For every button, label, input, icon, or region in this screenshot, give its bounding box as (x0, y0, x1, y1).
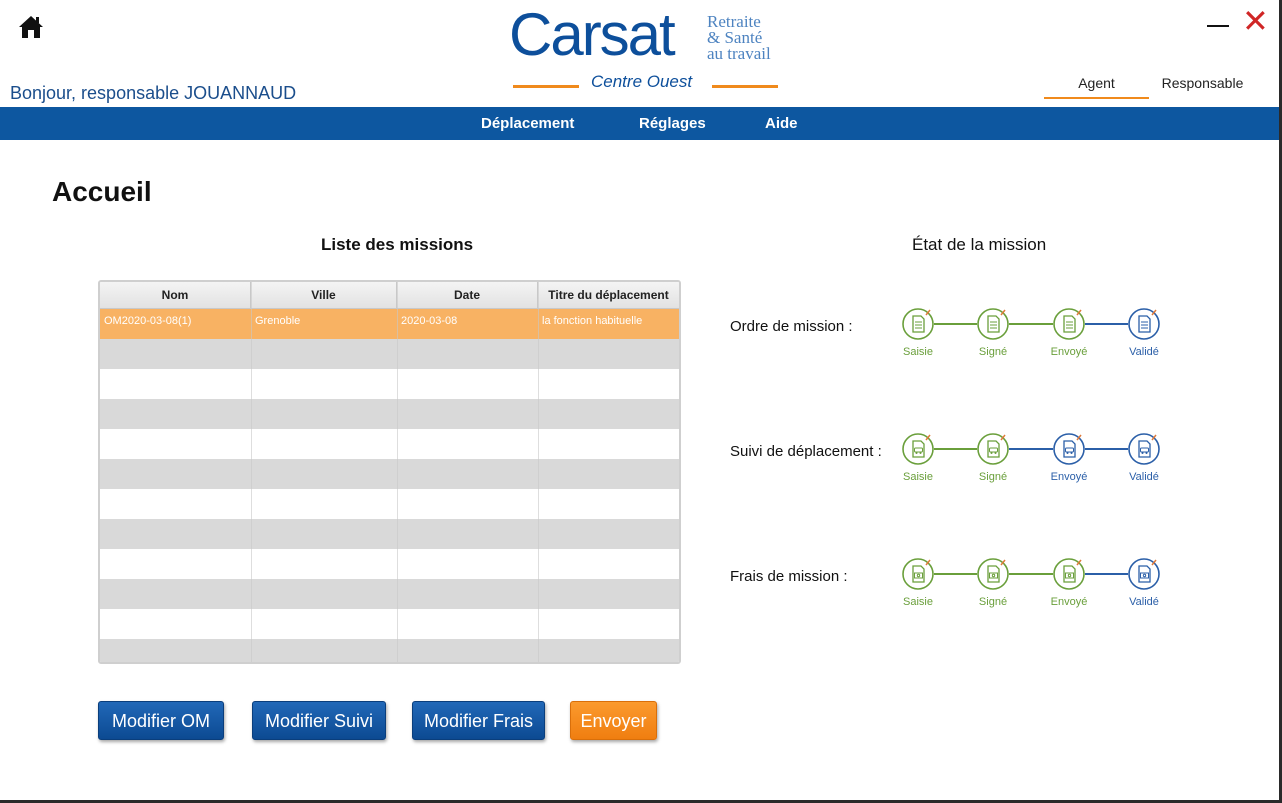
greeting-text: Bonjour, responsable JOUANNAUD (10, 83, 297, 103)
state-label-ordre: Ordre de mission : (730, 318, 853, 335)
state-label-frais: Frais de mission : (730, 568, 848, 585)
step-label-sign: Signé (978, 346, 1008, 358)
step-connector (1085, 573, 1128, 575)
missions-list-title: Liste des missions (321, 235, 474, 254)
step-label-saisie: Saisie (903, 346, 933, 358)
step-label-valid: Validé (1129, 471, 1159, 483)
tab-responsable[interactable]: Responsable (1150, 75, 1255, 91)
column-header-date[interactable]: Date (397, 282, 538, 309)
table-row-empty[interactable] (100, 369, 679, 399)
table-row-empty[interactable] (100, 609, 679, 639)
table-row[interactable]: OM2020-03-08(1) Grenoble 2020-03-08 la f… (100, 309, 679, 339)
step-connector (1009, 573, 1053, 575)
document-icon-envoy (1053, 308, 1087, 347)
active-tab-indicator (1044, 97, 1149, 99)
modifier-suivi-button[interactable]: Modifier Suivi (252, 701, 386, 740)
cell-titre: la fonction habituelle (542, 315, 643, 327)
page-title: Accueil (52, 176, 152, 207)
step-label-valid: Validé (1129, 346, 1159, 358)
table-row-empty[interactable] (100, 579, 679, 609)
logo-main-text: Carsat (509, 1, 676, 68)
step-label-envoy: Envoyé (1050, 596, 1088, 608)
step-label-sign: Signé (978, 596, 1008, 608)
column-header-titre[interactable]: Titre du déplacement (538, 282, 679, 309)
step-label-saisie: Saisie (903, 471, 933, 483)
document-icon-sign (977, 308, 1011, 347)
tab-agent[interactable]: Agent (1044, 75, 1149, 91)
money-document-icon-saisie (902, 558, 936, 597)
nav-deplacement[interactable]: Déplacement (481, 115, 574, 132)
cell-date: 2020-03-08 (401, 315, 458, 327)
table-header: Nom Ville Date Titre du déplacement (100, 282, 679, 309)
envoyer-button[interactable]: Envoyer (570, 701, 657, 740)
column-divider (397, 282, 398, 662)
table-row-empty[interactable] (100, 639, 679, 662)
cell-ville: Grenoble (255, 315, 301, 327)
money-document-icon-sign (977, 558, 1011, 597)
step-label-valid: Validé (1129, 596, 1159, 608)
modifier-frais-button[interactable]: Modifier Frais (412, 701, 545, 740)
cell-nom: OM2020-03-08(1) (104, 315, 192, 327)
column-header-ville[interactable]: Ville (251, 282, 397, 309)
money-document-icon-valid (1128, 558, 1162, 597)
table-row-empty[interactable] (100, 519, 679, 549)
table-row-empty[interactable] (100, 549, 679, 579)
step-connector (934, 323, 977, 325)
step-label-sign: Signé (978, 471, 1008, 483)
document-icon-valid (1128, 308, 1162, 347)
table-row-empty[interactable] (100, 489, 679, 519)
logo-line-left (513, 85, 579, 88)
state-label-suivi: Suivi de déplacement : (730, 443, 882, 460)
step-label-envoy: Envoyé (1050, 471, 1088, 483)
table-row-empty[interactable] (100, 459, 679, 489)
step-connector (1085, 323, 1128, 325)
car-document-icon-envoy (1053, 433, 1087, 472)
column-divider (538, 282, 539, 662)
step-connector (1009, 323, 1053, 325)
step-connector (1009, 448, 1053, 450)
mission-state-title: État de la mission (912, 235, 1047, 254)
close-icon[interactable]: ✕ (1242, 2, 1269, 40)
home-icon[interactable] (18, 14, 44, 40)
car-document-icon-saisie (902, 433, 936, 472)
nav-aide[interactable]: Aide (765, 115, 798, 132)
step-connector (934, 573, 977, 575)
logo-sub-text: Centre Ouest (591, 72, 693, 91)
money-document-icon-envoy (1053, 558, 1087, 597)
missions-table: Nom Ville Date Titre du déplacement OM20… (98, 280, 681, 664)
column-header-nom[interactable]: Nom (100, 282, 251, 309)
table-row-empty[interactable] (100, 399, 679, 429)
step-connector (1085, 448, 1128, 450)
column-divider (251, 282, 252, 662)
modifier-om-button[interactable]: Modifier OM (98, 701, 224, 740)
car-document-icon-sign (977, 433, 1011, 472)
main-navbar: Déplacement Réglages Aide (0, 107, 1279, 140)
carsat-logo: Carsat Retraite & Santé au travail Centr… (505, 1, 785, 98)
table-row-empty[interactable] (100, 339, 679, 369)
document-icon-saisie (902, 308, 936, 347)
nav-reglages[interactable]: Réglages (639, 115, 706, 132)
step-label-saisie: Saisie (903, 596, 933, 608)
logo-line-right (712, 85, 778, 88)
table-row-empty[interactable] (100, 429, 679, 459)
logo-side-text: Retraite & Santé au travail (707, 12, 771, 63)
minimize-button[interactable] (1207, 25, 1229, 27)
car-document-icon-valid (1128, 433, 1162, 472)
step-label-envoy: Envoyé (1050, 346, 1088, 358)
step-connector (934, 448, 977, 450)
